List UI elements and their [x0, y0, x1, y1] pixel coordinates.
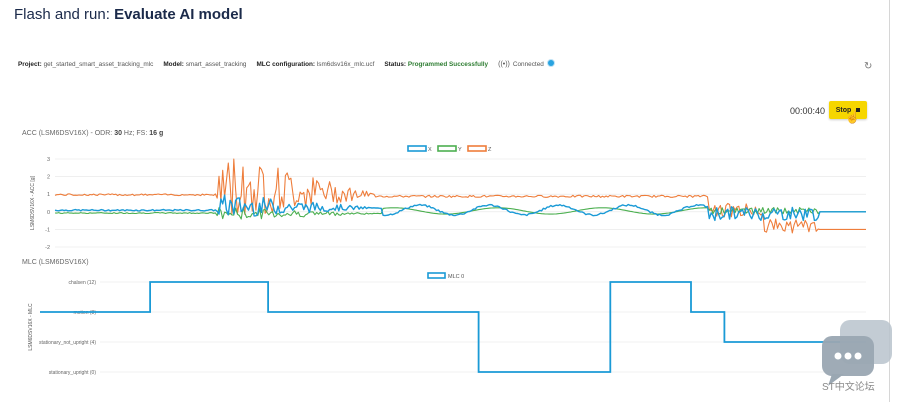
acc-y-axis-label: LSM6DSV16X - ACC [g]	[30, 175, 36, 230]
mlc-legend-swatch	[427, 272, 446, 279]
acc-legend-label: Z	[488, 147, 492, 153]
hand-cursor-icon: ☝	[845, 110, 860, 124]
watermark-text: ST中文论坛	[822, 382, 875, 393]
mlc-y-axis-label: LSM6DSV16X - MLC	[28, 303, 34, 351]
acc-chart: 3 2 1 0 -1 -2 LSM6DSV16X - ACC [g] X Y Z	[30, 145, 866, 251]
mlc-y-tick-label: motion (8)	[73, 310, 96, 316]
acc-series-z-line	[54, 158, 866, 234]
mlc-chart-title: MLC (LSM6DSV16X)	[22, 259, 89, 266]
elapsed-timer: 00:00:40	[790, 106, 826, 116]
acc-y-tick-label: -2	[45, 245, 50, 251]
status-info: Status: Programmed Successfully	[384, 60, 489, 68]
mlc-chart: chalsen (12) motion (8) stationary_not_upr…	[28, 272, 866, 376]
acc-legend-label: X	[428, 147, 432, 153]
acc-y-tick-label: -1	[45, 227, 50, 233]
mlc-y-tick-label: stationary_not_upright (4)	[39, 340, 96, 346]
acc-y-tick-label: 2	[47, 175, 50, 181]
status-value: Programmed Successfully	[407, 60, 489, 68]
connection-dot	[547, 60, 554, 66]
acc-y-tick-label: 0	[47, 210, 50, 216]
refresh-icon[interactable]: ↻	[864, 61, 872, 72]
mlc-y-tick-label: stationary_upright (0)	[49, 370, 97, 376]
page-title: Flash and run: Evaluate AI model	[14, 6, 243, 23]
acc-legend-swatch	[407, 145, 427, 152]
mlc-legend-label: MLC 0	[448, 274, 464, 280]
acc-legend-swatch	[437, 145, 457, 152]
acc-y-tick-label: 1	[47, 192, 50, 198]
project-info: Project: get_started_smart_asset_trackin…	[18, 60, 154, 68]
connection-status: ((•)) Connected	[498, 60, 554, 68]
acc-series-x-line	[54, 194, 866, 222]
acc-legend-label: Y	[458, 147, 462, 153]
acc-chart-title: ACC (LSM6DSV16X) - ODR: 30 Hz; FS: 16 g	[22, 130, 164, 137]
acc-y-tick-label: 3	[47, 157, 50, 163]
acc-legend-swatch	[467, 145, 487, 152]
broadcast-icon: ((•))	[498, 61, 510, 68]
mlc-series-line	[40, 281, 866, 373]
mlc-y-tick-label: chalsen (12)	[68, 280, 96, 286]
mlc-config-info: MLC configuration: lsm6dsv16x_mlc.ucf	[256, 60, 375, 68]
model-info: Model: smart_asset_tracking	[163, 60, 247, 68]
device-info-bar: Project: get_started_smart_asset_trackin…	[18, 60, 554, 68]
